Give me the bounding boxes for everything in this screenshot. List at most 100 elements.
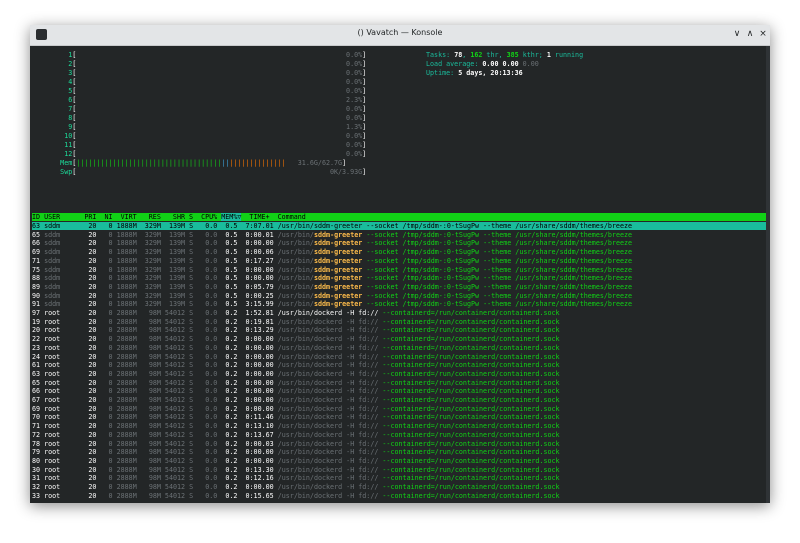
process-s: S [185, 430, 194, 439]
process-row[interactable]: 63 root 20 0 2888M 98M 54012 S 0.0 0.2 0… [32, 370, 768, 378]
process-row[interactable]: 23 root 20 0 2888M 98M 54012 S 0.0 0.2 0… [32, 344, 768, 352]
process-pri: 20 [80, 413, 97, 422]
process-mem: 0.5 [217, 282, 238, 291]
process-row[interactable]: 79 root 20 0 2888M 98M 54012 S 0.0 0.2 0… [32, 448, 768, 456]
process-res: 329M [136, 291, 161, 300]
maximize-icon[interactable]: ∧ [744, 28, 756, 41]
tasks-summary: Tasks: 78, 162 thr, 385 kthr; 1 running [426, 51, 584, 59]
meter-bracket-close: ] [362, 87, 367, 95]
process-cpu: 0.0 [193, 335, 218, 344]
process-row[interactable]: 65 root 20 0 2888M 98M 54012 S 0.0 0.2 0… [32, 379, 768, 387]
cpu-meter-row: 2[ 0.0%] [32, 60, 366, 68]
process-command-exe: /usr/bin/dockerd -H fd:// [277, 465, 383, 474]
process-mem: 0.5 [217, 274, 238, 283]
process-table-header[interactable]: ID USER PRI NI VIRT RES SHR S CPU% MEM%▽… [32, 213, 768, 221]
process-row[interactable]: 19 root 20 0 2888M 98M 54012 S 0.0 0.2 0… [32, 318, 768, 326]
process-row[interactable]: 75 sddm 20 0 1888M 329M 139M S 0.0 0.5 0… [32, 266, 768, 274]
process-ni: 0 [96, 474, 113, 483]
process-row[interactable]: 69 root 20 0 2888M 98M 54012 S 0.0 0.2 0… [32, 405, 768, 413]
process-row[interactable]: 69 sddm 20 0 1888M 329M 139M S 0.0 0.5 0… [32, 248, 768, 256]
title-bar[interactable]: () Vavatch — Konsole ∨ ∧ × [30, 25, 770, 46]
process-row[interactable]: 71 sddm 20 0 1888M 329M 139M S 0.0 0.5 0… [32, 257, 768, 265]
terminal-area[interactable]: 1[ 0.0%] 2[ 0.0%] 3[0.0%] 4[0.0%] 5[0… [30, 46, 770, 503]
process-time: 0:00.00 [237, 335, 278, 344]
process-row[interactable]: 89 sddm 20 0 1888M 329M 139M S 0.0 0.5 0… [32, 283, 768, 291]
process-row[interactable]: 65 sddm 20 0 1888M 329M 139M S 0.0 0.5 0… [32, 231, 768, 239]
process-virt: 2888M [112, 309, 137, 317]
close-icon[interactable]: × [757, 28, 769, 41]
process-row[interactable]: 67 root 20 0 2888M 98M 54012 S 0.0 0.2 0… [32, 396, 768, 404]
process-pid: 63 [32, 369, 45, 378]
column-headers[interactable]: ID USER PRI NI VIRT RES SHR S CPU% [32, 213, 221, 221]
process-row[interactable]: 70 root 20 0 2888M 98M 54012 S 0.0 0.2 0… [32, 413, 768, 421]
process-row[interactable]: 97 root 20 0 2888M 98M 54012 S 0.0 0.2 1… [32, 309, 768, 317]
process-command-args: --containerd=/run/containerd/containerd.… [382, 396, 560, 404]
process-command-args: --containerd=/run/containerd/containerd.… [382, 369, 560, 378]
process-ni: 0 [96, 335, 113, 344]
process-row[interactable]: 31 root 20 0 2888M 98M 54012 S 0.0 0.2 0… [32, 474, 768, 482]
meter-fill [76, 141, 342, 149]
selected-process-row[interactable]: 63 sddm 20 0 1888M 329M 139M S 0.0 0.5 7… [32, 222, 768, 230]
process-row[interactable]: 66 sddm 20 0 1888M 329M 139M S 0.0 0.5 0… [32, 239, 768, 247]
process-row[interactable]: 90 sddm 20 0 1888M 329M 139M S 0.0 0.5 0… [32, 292, 768, 300]
process-row[interactable]: 33 root 20 0 2888M 98M 54012 S 0.0 0.2 0… [32, 492, 768, 500]
process-s: S [185, 335, 194, 344]
meter-fill [76, 69, 342, 77]
scrollbar[interactable] [766, 46, 770, 503]
meter-fill [76, 60, 342, 68]
process-row[interactable]: 22 root 20 0 2888M 98M 54012 S 0.0 0.2 0… [32, 335, 768, 343]
process-row[interactable]: 30 root 20 0 2888M 98M 54012 S 0.0 0.2 0… [32, 466, 768, 474]
process-s: S [185, 282, 194, 291]
process-user: sddm [44, 256, 81, 265]
process-time: 3:15.99 [237, 300, 278, 309]
process-command-args: --containerd=/run/containerd/containerd.… [382, 352, 560, 361]
process-row[interactable]: 72 root 20 0 2888M 98M 54012 S 0.0 0.2 0… [32, 431, 768, 439]
meter-bracket-close: ] [362, 51, 367, 59]
process-ni: 0 [96, 491, 113, 500]
process-row[interactable]: 66 root 20 0 2888M 98M 54012 S 0.0 0.2 0… [32, 387, 768, 395]
process-command-args: --containerd=/run/containerd/containerd.… [382, 465, 560, 474]
process-row[interactable]: 88 sddm 20 0 1888M 329M 139M S 0.0 0.5 0… [32, 274, 768, 282]
process-shr: 54012 [160, 387, 186, 396]
process-virt: 2888M [112, 465, 137, 474]
sort-column-mem[interactable]: MEM%▽ [221, 213, 242, 221]
process-res: 98M [136, 465, 161, 474]
process-cpu: 0.0 [193, 343, 218, 352]
meter-bracket-close: ] [362, 141, 367, 149]
process-res: 98M [136, 430, 161, 439]
swp-meter-row: Swp[ 0K/3.93G] [32, 168, 366, 176]
process-pri: 20 [80, 439, 97, 448]
process-row[interactable]: 32 root 20 0 2888M 98M 54012 S 0.0 0.2 0… [32, 483, 768, 491]
process-pri: 20 [80, 282, 97, 291]
process-cpu: 0.0 [193, 317, 218, 326]
process-command-name: sddm-greeter [313, 282, 363, 291]
process-row[interactable]: 91 sddm 20 0 1888M 329M 139M S 0.0 0.5 3… [32, 300, 768, 308]
process-row[interactable]: 24 root 20 0 2888M 98M 54012 S 0.0 0.2 0… [32, 353, 768, 361]
process-pid: 69 [32, 248, 45, 257]
process-virt: 2888M [112, 422, 137, 431]
process-virt: 1888M [112, 222, 137, 230]
process-cpu: 0.0 [193, 439, 218, 448]
process-row[interactable]: 71 root 20 0 2888M 98M 54012 S 0.0 0.2 0… [32, 422, 768, 430]
process-shr: 54012 [160, 369, 186, 378]
process-pid: 23 [32, 343, 45, 352]
process-row[interactable]: 20 root 20 0 2888M 98M 54012 S 0.0 0.2 0… [32, 326, 768, 334]
process-cpu: 0.0 [193, 222, 218, 230]
meter-bracket-close: ] [362, 123, 367, 131]
process-ni: 0 [96, 483, 113, 491]
process-time: 1:52.81 [237, 309, 278, 317]
column-headers-command[interactable]: TIME+ Command [241, 213, 305, 221]
minimize-icon[interactable]: ∨ [731, 28, 743, 41]
process-pid: 71 [32, 422, 45, 431]
process-row[interactable]: 61 root 20 0 2888M 98M 54012 S 0.0 0.2 0… [32, 361, 768, 369]
process-row[interactable]: 78 root 20 0 2888M 98M 54012 S 0.0 0.2 0… [32, 440, 768, 448]
process-shr: 54012 [160, 465, 186, 474]
process-time: 0:13.67 [237, 430, 278, 439]
process-res: 98M [136, 387, 161, 396]
process-s: S [185, 456, 194, 465]
process-user: root [44, 309, 81, 317]
process-row[interactable]: 80 root 20 0 2888M 98M 54012 S 0.0 0.2 0… [32, 457, 768, 465]
cpu-meter-row: 9[ 1.3%] [32, 123, 366, 131]
process-pid: 80 [32, 456, 45, 465]
mem-gap [286, 159, 298, 167]
